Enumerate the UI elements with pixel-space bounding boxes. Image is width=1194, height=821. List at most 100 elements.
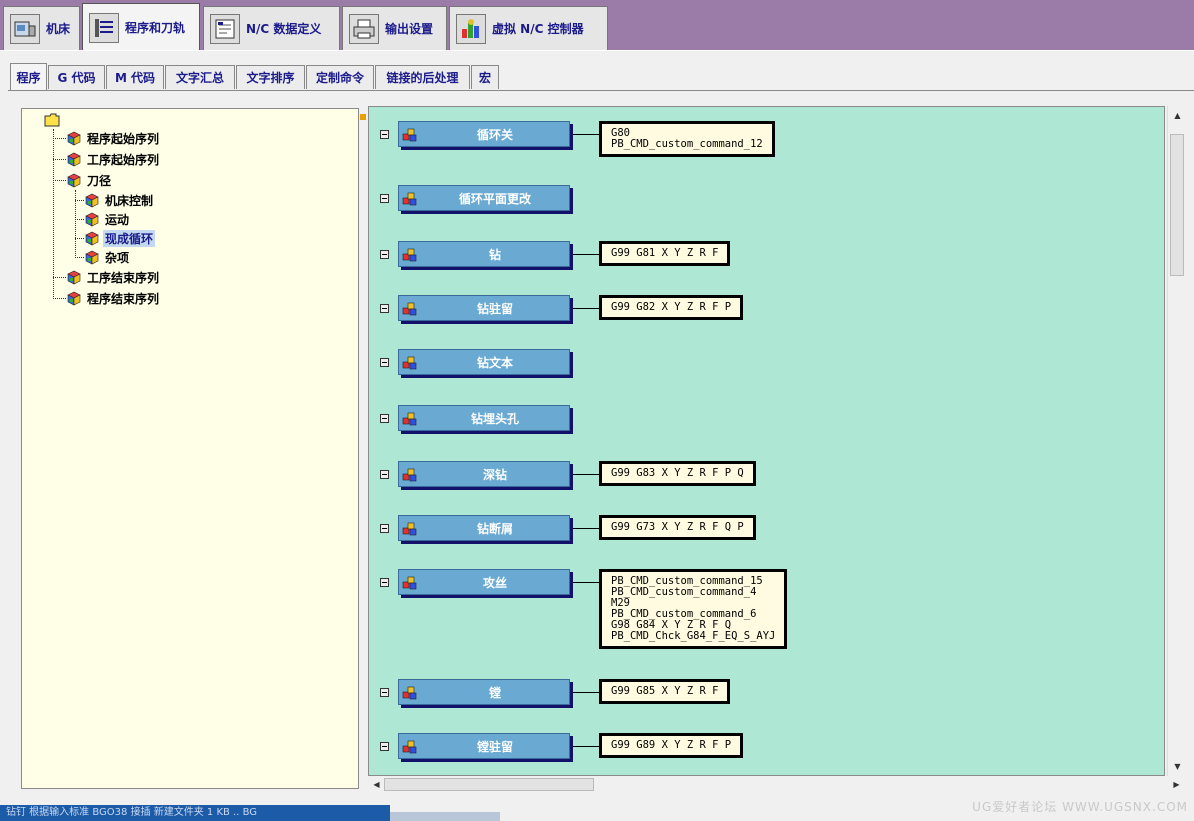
collapse-icon[interactable] bbox=[380, 578, 389, 587]
subtab-macro[interactable]: 宏 bbox=[471, 65, 499, 89]
event-block-icon bbox=[402, 520, 418, 536]
connector-line bbox=[573, 308, 599, 309]
block-icon bbox=[84, 192, 100, 208]
collapse-icon[interactable] bbox=[380, 304, 389, 313]
event-button[interactable]: 攻丝 bbox=[398, 569, 570, 595]
event-button[interactable]: 钻断屑 bbox=[398, 515, 570, 541]
tree-item-label: 杂项 bbox=[105, 250, 130, 265]
collapse-icon[interactable] bbox=[380, 358, 389, 367]
tab-label: 程序和刀轨 bbox=[125, 21, 186, 35]
event-label: 循环关 bbox=[476, 128, 513, 142]
subtab-word-summary[interactable]: 文字汇总 bbox=[165, 65, 235, 89]
event-block-icon bbox=[402, 410, 418, 426]
block-icon bbox=[66, 130, 82, 146]
tab-output-settings[interactable]: 输出设置 bbox=[342, 6, 447, 50]
tree-item[interactable]: 程序结束序列 bbox=[66, 289, 161, 307]
event-button[interactable]: 循环关 bbox=[398, 121, 570, 147]
collapse-icon[interactable] bbox=[380, 194, 389, 203]
event-button[interactable]: 钻 bbox=[398, 241, 570, 267]
event-button[interactable]: 钻驻留 bbox=[398, 295, 570, 321]
tree-connector bbox=[53, 159, 66, 160]
event-row: 钻文本 bbox=[369, 349, 1164, 379]
tree-item[interactable]: 工序结束序列 bbox=[66, 268, 161, 286]
horizontal-scroll-thumb[interactable] bbox=[384, 778, 594, 791]
tree-item[interactable]: 工序起始序列 bbox=[66, 150, 161, 168]
tree-connector bbox=[53, 277, 66, 278]
event-button[interactable]: 钻埋头孔 bbox=[398, 405, 570, 431]
machine-icon bbox=[10, 13, 40, 44]
tree-item[interactable]: 机床控制 bbox=[84, 191, 155, 209]
command-block[interactable]: G99 G83 X Y Z R F P Q bbox=[599, 461, 756, 486]
event-button[interactable]: 钻文本 bbox=[398, 349, 570, 375]
tab-program-toolpath[interactable]: 程序和刀轨 bbox=[82, 3, 200, 51]
block-icon bbox=[66, 151, 82, 167]
program-tree: 程序起始序列工序起始序列刀径机床控制运动 现成循环杂项工序结束序列程序结束序列 bbox=[21, 108, 359, 789]
command-block[interactable]: G99 G89 X Y Z R F P bbox=[599, 733, 744, 758]
tree-connector bbox=[53, 138, 66, 139]
command-block[interactable]: G99 G73 X Y Z R F Q P bbox=[599, 515, 756, 540]
folder-icon bbox=[44, 112, 60, 128]
tree-item[interactable]: 运动 bbox=[84, 210, 131, 228]
scroll-up-icon[interactable]: ▲ bbox=[1169, 107, 1186, 124]
event-block-icon bbox=[402, 684, 418, 700]
tab-nc-data-definition[interactable]: N/C 数据定义 bbox=[203, 6, 340, 50]
tree-connector bbox=[75, 238, 84, 239]
command-block[interactable]: G99 G85 X Y Z R F bbox=[599, 679, 731, 704]
event-block-icon bbox=[402, 466, 418, 482]
command-block[interactable]: G80 PB_CMD_custom_command_12 bbox=[599, 121, 775, 157]
event-label: 钻文本 bbox=[476, 356, 513, 370]
subtab-custom-command[interactable]: 定制命令 bbox=[306, 65, 374, 89]
collapse-icon[interactable] bbox=[380, 742, 389, 751]
subtab-m-code[interactable]: M 代码 bbox=[106, 65, 164, 89]
event-row: 循环平面更改 bbox=[369, 185, 1164, 215]
collapse-icon[interactable] bbox=[380, 470, 389, 479]
command-block[interactable]: G99 G82 X Y Z R F P bbox=[599, 295, 744, 320]
tab-virtual-nc-controller[interactable]: 虚拟 N/C 控制器 bbox=[449, 6, 608, 50]
event-button[interactable]: 循环平面更改 bbox=[398, 185, 570, 211]
subtab-g-code[interactable]: G 代码 bbox=[48, 65, 105, 89]
tree-item[interactable]: 刀径 bbox=[66, 171, 113, 189]
tree-connector bbox=[53, 180, 66, 181]
event-label: 深钻 bbox=[482, 468, 507, 482]
tree-item[interactable]: 程序起始序列 bbox=[66, 129, 161, 147]
tree-item-label: 现成循环 bbox=[103, 229, 156, 247]
collapse-icon[interactable] bbox=[380, 688, 389, 697]
subtab-program[interactable]: 程序 bbox=[10, 63, 47, 90]
tree-item-label: 工序起始序列 bbox=[87, 152, 160, 167]
tree-item-label: 机床控制 bbox=[105, 193, 154, 208]
scroll-down-icon[interactable]: ▼ bbox=[1169, 758, 1186, 775]
splitter-handle[interactable] bbox=[360, 114, 366, 120]
event-row: 钻 G99 G81 X Y Z R F bbox=[369, 241, 1164, 271]
tree-root[interactable] bbox=[44, 111, 63, 129]
tree-item-label: 工序结束序列 bbox=[87, 270, 160, 285]
subtab-word-sequence[interactable]: 文字排序 bbox=[236, 65, 305, 89]
vertical-scroll-thumb[interactable] bbox=[1170, 134, 1184, 276]
connector-line bbox=[573, 134, 599, 135]
sub-tab-bar: 程序 G 代码 M 代码 文字汇总 文字排序 定制命令 链接的后处理 宏 bbox=[8, 63, 1194, 91]
connector-line bbox=[573, 254, 599, 255]
tree-item[interactable]: 杂项 bbox=[84, 248, 131, 266]
event-row: 深钻 G99 G83 X Y Z R F P Q bbox=[369, 461, 1164, 491]
collapse-icon[interactable] bbox=[380, 414, 389, 423]
collapse-icon[interactable] bbox=[380, 130, 389, 139]
tab-label: 虚拟 N/C 控制器 bbox=[492, 22, 584, 36]
subtab-linked-posts[interactable]: 链接的后处理 bbox=[375, 65, 470, 89]
scroll-left-icon[interactable]: ◀ bbox=[368, 776, 385, 793]
event-button[interactable]: 深钻 bbox=[398, 461, 570, 487]
tab-machine[interactable]: 机床 bbox=[3, 6, 80, 50]
event-block-icon bbox=[402, 126, 418, 142]
tree-item[interactable]: 现成循环 bbox=[84, 229, 156, 247]
vertical-scrollbar[interactable]: ▲ ▼ bbox=[1167, 106, 1186, 776]
collapse-icon[interactable] bbox=[380, 250, 389, 259]
event-button[interactable]: 镗 bbox=[398, 679, 570, 705]
horizontal-scrollbar[interactable]: ◀ bbox=[368, 776, 1165, 793]
top-tab-bar: 机床 程序和刀轨 N/C 数据定义 输出设置 虚拟 N/C 控制器 bbox=[0, 0, 1194, 51]
event-button[interactable]: 镗驻留 bbox=[398, 733, 570, 759]
collapse-icon[interactable] bbox=[380, 524, 389, 533]
connector-line bbox=[573, 528, 599, 529]
block-icon bbox=[84, 211, 100, 227]
command-block[interactable]: G99 G81 X Y Z R F bbox=[599, 241, 731, 266]
command-block[interactable]: PB_CMD_custom_command_15 PB_CMD_custom_c… bbox=[599, 569, 788, 649]
scroll-right-icon[interactable]: ▶ bbox=[1168, 776, 1185, 793]
connector-line bbox=[573, 692, 599, 693]
